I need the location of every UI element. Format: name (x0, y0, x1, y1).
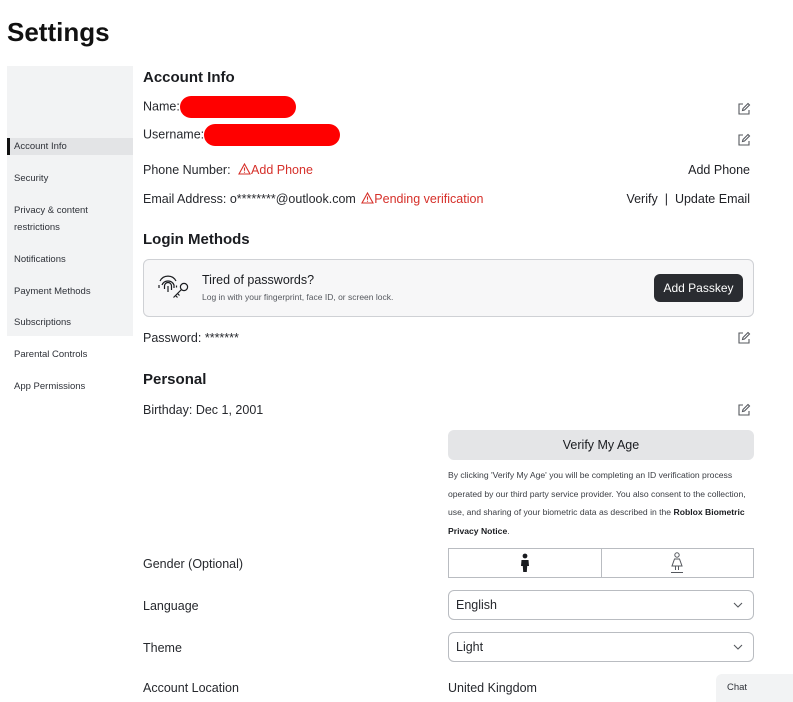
theme-select[interactable]: Light (448, 632, 754, 662)
male-icon (520, 553, 529, 572)
name-label: Name: (143, 99, 180, 114)
settings-sidebar: Account Info Security Privacy & content … (7, 66, 133, 392)
warning-icon (238, 162, 251, 175)
password-label: Password: (143, 331, 202, 345)
chevron-down-icon (733, 644, 743, 650)
sidebar-item-account-info[interactable]: Account Info (7, 138, 133, 155)
email-value: o********@outlook.com (229, 192, 356, 206)
name-redaction (179, 96, 296, 118)
sidebar-item-privacy[interactable]: Privacy & content restrictions (7, 202, 107, 236)
biometric-disclaimer: By clicking 'Verify My Age' you will be … (448, 466, 758, 540)
phone-label: Phone Number: (143, 163, 231, 177)
fingerprint-key-icon (158, 275, 189, 298)
language-select[interactable]: English (448, 590, 754, 620)
username-row: Username: (143, 124, 341, 146)
add-phone-link[interactable]: Add Phone (688, 163, 750, 177)
password-row: Password: ******* (143, 331, 239, 345)
language-label: Language (143, 599, 199, 613)
account-info-heading: Account Info (143, 69, 235, 86)
chat-button[interactable]: Chat (716, 674, 793, 702)
add-passkey-button[interactable]: Add Passkey (654, 274, 743, 302)
passkey-card: Tired of passwords? Log in with your fin… (143, 259, 754, 317)
chevron-down-icon (733, 602, 743, 608)
sidebar-item-security[interactable]: Security (7, 170, 133, 187)
sidebar-item-notifications[interactable]: Notifications (7, 251, 133, 268)
sidebar-item-subscriptions[interactable]: Subscriptions (7, 314, 133, 331)
verify-email-link[interactable]: Verify (626, 192, 657, 206)
action-separator: | (664, 192, 668, 206)
female-icon (671, 552, 684, 573)
gender-female-option[interactable] (600, 549, 754, 577)
phone-warning: Add Phone (234, 162, 313, 177)
gender-toggle (448, 548, 754, 578)
gender-male-option[interactable] (449, 549, 601, 577)
page-title: Settings (7, 17, 110, 47)
sidebar-item-app-permissions[interactable]: App Permissions (7, 378, 133, 395)
birthday-value: Dec 1, 2001 (195, 403, 264, 417)
disclaimer-end: . (507, 525, 510, 536)
account-location-label: Account Location (143, 681, 239, 695)
theme-label: Theme (143, 641, 182, 655)
settings-main: Account Info Name: Username: Phone Numbe… (143, 0, 755, 702)
phone-warning-text: Add Phone (251, 163, 313, 177)
sidebar-item-parental-controls[interactable]: Parental Controls (7, 346, 133, 363)
personal-heading: Personal (143, 371, 207, 388)
email-warning: Pending verification (359, 191, 484, 206)
sidebar-item-payment-methods[interactable]: Payment Methods (7, 283, 133, 300)
edit-password-icon[interactable] (737, 331, 751, 345)
language-value: English (456, 598, 497, 612)
email-row: Email Address: o********@outlook.com Pen… (143, 191, 484, 206)
birthday-label: Birthday: (143, 403, 193, 417)
theme-value: Light (456, 640, 484, 654)
password-value: ******* (204, 331, 239, 345)
birthday-row: Birthday: Dec 1, 2001 (143, 403, 263, 417)
warning-icon (361, 191, 375, 204)
name-row: Name: (143, 96, 296, 118)
login-methods-heading: Login Methods (143, 231, 250, 248)
username-label: Username: (143, 127, 205, 142)
email-label: Email Address: (143, 192, 227, 206)
account-location-value: United Kingdom (448, 681, 537, 695)
edit-username-icon[interactable] (737, 133, 751, 147)
update-email-link[interactable]: Update Email (675, 192, 750, 206)
phone-row: Phone Number: Add Phone (143, 162, 313, 177)
edit-name-icon[interactable] (737, 102, 751, 116)
email-warning-text: Pending verification (374, 192, 484, 206)
passkey-subtitle: Log in with your fingerprint, face ID, o… (202, 292, 394, 302)
username-redaction (204, 124, 341, 146)
edit-birthday-icon[interactable] (737, 403, 751, 417)
passkey-title: Tired of passwords? (202, 273, 315, 287)
email-actions: Verify | Update Email (626, 192, 750, 206)
verify-my-age-button[interactable]: Verify My Age (448, 430, 754, 460)
gender-label: Gender (Optional) (143, 557, 244, 571)
